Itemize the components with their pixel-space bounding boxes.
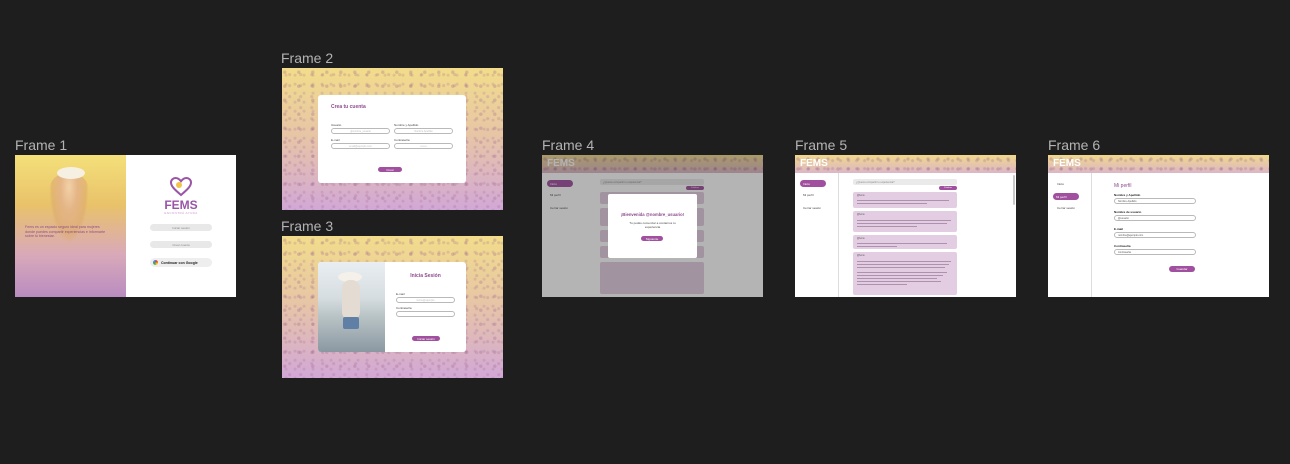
login-email-field[interactable]: ferme@ejemplo	[396, 297, 455, 303]
welcome-modal: ¡Bienvenida @nombre_usuario! Tu podés co…	[608, 194, 697, 258]
nav-logout[interactable]: Cerrar sesión	[1057, 206, 1075, 210]
post-text-line	[857, 284, 907, 285]
post-author: @fems	[857, 213, 865, 216]
post-text-line	[857, 243, 947, 244]
frame-6[interactable]: FEMS Inicio Mi perfil Cerrar sesión Mi p…	[1048, 155, 1269, 297]
post-text-line	[857, 261, 951, 262]
create-account-button[interactable]: Crear	[378, 167, 402, 172]
username-field[interactable]: @usuario	[1114, 215, 1196, 221]
login-submit-button[interactable]: Iniciar sesión	[412, 336, 440, 341]
nombre-label: Nombre y Apellido	[394, 123, 419, 127]
post-author: @fems	[857, 237, 865, 240]
compose-box[interactable]: ¿Querés compartir tu experiencia?	[853, 179, 957, 185]
photo-shorts	[343, 317, 359, 329]
post-text-line	[857, 267, 945, 268]
password-label: Contraseña	[394, 138, 410, 142]
sidebar-divider	[1091, 173, 1092, 297]
frame-6-label[interactable]: Frame 6	[1048, 137, 1100, 153]
frame-4-label[interactable]: Frame 4	[542, 137, 594, 153]
email-field[interactable]: email@ejemplo.com	[331, 143, 390, 149]
nav-inicio[interactable]: Inicio	[800, 180, 826, 187]
usuario-field[interactable]: @nombre_usuario	[331, 128, 390, 134]
email-label: E-mail	[1114, 227, 1124, 231]
google-button-label: Continuar con Google	[161, 260, 198, 265]
email-field[interactable]: nombre@ejemplo.com	[1114, 232, 1196, 238]
google-button[interactable]: Continuar con Google	[150, 258, 212, 267]
nav-logout[interactable]: Cerrar sesión	[803, 206, 821, 210]
brand-tagline: ENCONTRÁ AYUDA	[164, 211, 198, 215]
login-password-field[interactable]	[396, 311, 455, 317]
usuario-label: Usuario	[331, 123, 342, 127]
google-icon	[153, 260, 158, 265]
nav-inicio[interactable]: Inicio	[1057, 182, 1064, 186]
login-button[interactable]: Iniciar sesión	[150, 224, 212, 231]
post-text-line	[857, 226, 917, 227]
frame-5-label[interactable]: Frame 5	[795, 137, 847, 153]
scrollbar[interactable]	[1013, 175, 1015, 205]
app-header: FEMS	[795, 155, 1016, 173]
post-text-line	[857, 275, 943, 276]
save-profile-button[interactable]: Guardar	[1169, 266, 1195, 272]
frame-1[interactable]: Fems es un espacio seguro ideal para muj…	[15, 155, 236, 297]
frame-2[interactable]: Crea tu cuenta Usuario @nombre_usuario N…	[282, 68, 503, 210]
post-text-line	[857, 220, 951, 221]
modal-body: Tu podés comenzar a contarnos tu experie…	[629, 221, 676, 229]
frame-5[interactable]: FEMS Inicio Mi perfil Cerrar sesión ¿Que…	[795, 155, 1016, 297]
password-field[interactable]: ••••••••	[394, 143, 453, 149]
app-header: FEMS	[1048, 155, 1269, 173]
frame-2-label[interactable]: Frame 2	[281, 50, 333, 66]
publish-button[interactable]: Publicar	[939, 186, 957, 190]
modal-next-button[interactable]: Siguiente	[641, 236, 663, 241]
post-text-line	[857, 272, 947, 273]
header-logo[interactable]: FEMS	[800, 158, 828, 169]
frame-3[interactable]: Inicia Sesión E-mail ferme@ejemplo Contr…	[282, 236, 503, 378]
post-text-line	[857, 281, 941, 282]
frame-1-label[interactable]: Frame 1	[15, 137, 67, 153]
post-author: @fems	[857, 254, 865, 257]
frame-3-label[interactable]: Frame 3	[281, 218, 333, 234]
brand-name: FEMS	[164, 198, 198, 212]
photo-hat	[57, 167, 85, 179]
post-text-line	[857, 200, 949, 201]
login-title: Inicia Sesión	[410, 273, 441, 279]
frame-4[interactable]: FEMS Inicio Mi perfil Cerrar sesión ¿Que…	[542, 155, 763, 297]
photo-figure	[342, 280, 360, 320]
profile-title: Mi perfil	[1114, 183, 1132, 189]
hero-photo: Fems es un espacio seguro ideal para muj…	[15, 155, 126, 297]
post-text-line	[857, 278, 937, 279]
feed-post[interactable]: @fems	[853, 235, 957, 249]
post-text-line	[857, 264, 949, 265]
name-label: Nombre y Apellido	[1114, 193, 1141, 197]
password-field[interactable]: Contraseña	[1114, 249, 1196, 255]
nav-perfil[interactable]: Mi perfil	[803, 193, 814, 197]
nombre-field[interactable]: Nombre Apellido	[394, 128, 453, 134]
name-field[interactable]: Nombre Apellido	[1114, 198, 1196, 204]
header-logo[interactable]: FEMS	[1053, 158, 1081, 169]
feed-post[interactable]: @fems	[853, 252, 957, 295]
post-text-line	[857, 223, 947, 224]
login-photo	[318, 262, 385, 352]
register-button[interactable]: Crear cuenta	[150, 241, 212, 248]
login-card: Inicia Sesión E-mail ferme@ejemplo Contr…	[318, 262, 466, 352]
login-email-label: E-mail	[396, 292, 405, 296]
post-author: @fems	[857, 194, 865, 197]
login-password-label: Contraseña	[396, 306, 412, 310]
register-card: Crea tu cuenta Usuario @nombre_usuario N…	[318, 95, 466, 183]
register-title: Crea tu cuenta	[331, 104, 366, 110]
right-panel: FEMS ENCONTRÁ AYUDA Iniciar sesión Crear…	[126, 155, 236, 297]
heart-logo-icon	[169, 176, 193, 197]
feed-post[interactable]: @fems	[853, 211, 957, 232]
username-label: Nombre de usuario	[1114, 210, 1142, 214]
post-text-line	[857, 203, 927, 204]
feed-post[interactable]: @fems	[853, 192, 957, 208]
modal-title: ¡Bienvenida @nombre_usuario!	[620, 212, 685, 217]
intro-text: Fems es un espacio seguro ideal para muj…	[25, 225, 106, 239]
nav-perfil[interactable]: Mi perfil	[1053, 193, 1079, 200]
post-text-line	[857, 246, 897, 247]
sidebar-divider	[838, 173, 839, 297]
email-label: E-mail	[331, 138, 340, 142]
password-label: Contraseña	[1114, 244, 1131, 248]
